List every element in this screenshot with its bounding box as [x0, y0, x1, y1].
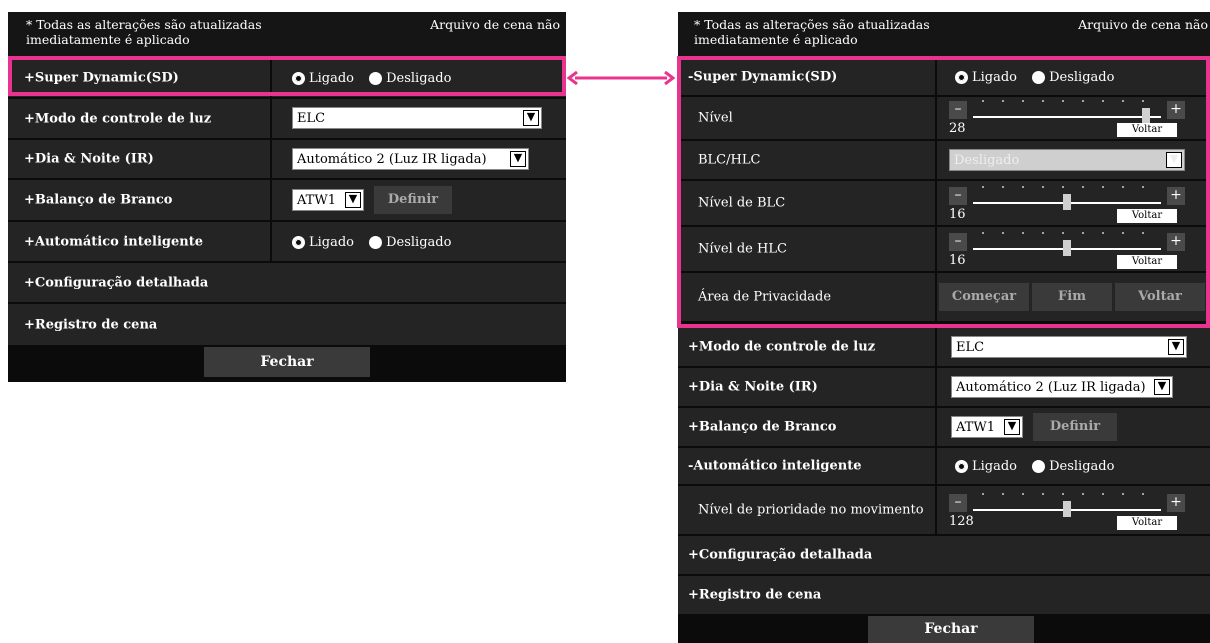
radio-selected-icon — [955, 460, 968, 473]
motion-priority-slider[interactable]: – + 128 Voltar — [949, 488, 1185, 532]
chevron-down-icon: ▼ — [510, 151, 526, 167]
radio-unselected-icon — [369, 236, 383, 249]
radio-unselected-icon — [1032, 460, 1046, 473]
white-balance-label[interactable]: +Balanço de Branco — [688, 420, 836, 435]
row-white-balance: +Balanço de Branco ATW1 ▼ Definir — [678, 408, 1210, 446]
notice-bar: * Todas as alterações são atualizadas im… — [678, 12, 1210, 57]
day-night-select[interactable]: Automático 2 (Luz IR ligada) ▼ — [292, 148, 529, 170]
scene-file-note: Arquivo de cena não — [430, 17, 560, 32]
smart-auto-off-radio[interactable]: Desligado — [1032, 459, 1114, 474]
light-mode-select[interactable]: ELC ▼ — [951, 336, 1187, 358]
white-balance-label[interactable]: +Balanço de Branco — [24, 193, 172, 208]
smart-auto-off-radio[interactable]: Desligado — [369, 235, 451, 250]
notice-text: * Todas as alterações são atualizadas im… — [26, 17, 262, 47]
motion-priority-value: 128 — [949, 514, 974, 529]
row-light-mode: +Modo de controle de luz ELC ▼ — [8, 99, 566, 138]
row-smart-auto: +Automático inteligente Ligado Desligado — [8, 222, 566, 261]
double-arrow-icon — [567, 71, 675, 85]
row-white-balance: +Balanço de Branco ATW1 ▼ Definir — [8, 180, 566, 220]
smart-auto-on-radio[interactable]: Ligado — [292, 235, 354, 250]
smart-auto-label[interactable]: -Automático inteligente — [688, 459, 861, 474]
motion-priority-label: Nível de prioridade no movimento — [698, 502, 924, 518]
notice-bar: * Todas as alterações são atualizadas im… — [8, 12, 566, 57]
slider-thumb[interactable] — [1063, 501, 1071, 517]
row-motion-priority: Nível de prioridade no movimento – + 128… — [678, 486, 1210, 534]
scene-file-note: Arquivo de cena não — [1078, 17, 1208, 32]
detailed-config-label[interactable]: +Configuração detalhada — [688, 548, 872, 563]
minus-icon[interactable]: – — [949, 494, 967, 512]
define-button[interactable]: Definir — [1033, 413, 1117, 441]
radio-selected-icon — [292, 236, 305, 249]
row-scene-register: +Registro de cena — [678, 576, 1210, 614]
scene-register-label[interactable]: +Registro de cena — [24, 317, 157, 332]
chevron-down-icon: ▼ — [345, 192, 361, 208]
motion-reset-button[interactable]: Voltar — [1117, 516, 1177, 530]
light-mode-label[interactable]: +Modo de controle de luz — [688, 340, 875, 355]
row-light-mode: +Modo de controle de luz ELC ▼ — [678, 328, 1210, 366]
white-balance-select[interactable]: ATW1 ▼ — [292, 189, 364, 211]
close-button[interactable]: Fechar — [868, 616, 1034, 643]
close-button[interactable]: Fechar — [204, 347, 370, 377]
highlight-frame-left — [8, 56, 566, 96]
smart-auto-label[interactable]: +Automático inteligente — [24, 234, 203, 249]
chevron-down-icon: ▼ — [1004, 419, 1020, 435]
detailed-config-label[interactable]: +Configuração detalhada — [24, 275, 208, 290]
notice-text: * Todas as alterações são atualizadas im… — [694, 17, 930, 47]
white-balance-select[interactable]: ATW1 ▼ — [951, 416, 1023, 438]
row-scene-register: +Registro de cena — [8, 304, 566, 345]
light-mode-label[interactable]: +Modo de controle de luz — [24, 111, 211, 126]
day-night-label[interactable]: +Dia & Noite (IR) — [688, 380, 818, 395]
row-day-night: +Dia & Noite (IR) Automático 2 (Luz IR l… — [678, 368, 1210, 406]
chevron-down-icon: ▼ — [1154, 379, 1170, 395]
smart-auto-on-radio[interactable]: Ligado — [955, 459, 1017, 474]
day-night-label[interactable]: +Dia & Noite (IR) — [24, 152, 154, 167]
highlight-frame-right — [677, 56, 1210, 328]
light-mode-select[interactable]: ELC ▼ — [292, 107, 542, 129]
scene-register-label[interactable]: +Registro de cena — [688, 588, 821, 603]
chevron-down-icon: ▼ — [1168, 339, 1184, 355]
day-night-select[interactable]: Automático 2 (Luz IR ligada) ▼ — [951, 376, 1173, 398]
define-button[interactable]: Definir — [374, 186, 452, 214]
chevron-down-icon: ▼ — [523, 110, 539, 126]
row-detailed-config: +Configuração detalhada — [678, 536, 1210, 574]
plus-icon[interactable]: + — [1167, 494, 1185, 512]
row-detailed-config: +Configuração detalhada — [8, 263, 566, 302]
row-smart-auto: -Automático inteligente Ligado Desligado — [678, 448, 1210, 484]
row-day-night: +Dia & Noite (IR) Automático 2 (Luz IR l… — [8, 140, 566, 178]
